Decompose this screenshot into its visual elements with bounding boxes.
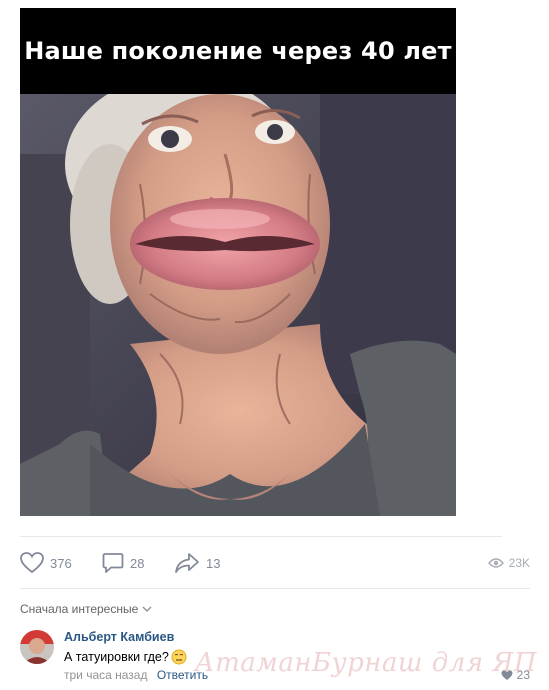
comment-item: Альберт Камбиев А татуировки где? три ча… [20,628,530,688]
share-button[interactable]: 13 [174,548,220,578]
sort-label: Сначала интересные [20,602,139,616]
chevron-down-icon [142,606,152,612]
share-count: 13 [206,555,221,571]
divider [20,536,502,537]
views-counter: 23K [487,548,530,578]
emoji-icon [171,649,187,665]
post-caption: Наше поколение через 40 лет [24,37,452,65]
heart-icon [501,670,513,680]
comment-meta: три часа назад Ответить [64,668,208,682]
comment-sort-dropdown[interactable]: Сначала интересные [20,602,152,616]
comment-text: А татуировки где? [64,650,169,664]
comment-author[interactable]: Альберт Камбиев [64,630,174,644]
comment-time: три часа назад [64,668,148,682]
comment-like-button[interactable]: 23 [501,668,530,682]
reply-button[interactable]: Ответить [157,668,208,682]
heart-icon [20,552,44,574]
action-bar: 376 28 13 23K [20,548,530,578]
share-icon [175,553,199,573]
divider [20,588,530,589]
eye-icon [487,558,504,568]
comment-button[interactable]: 28 [102,548,144,578]
comment-like-count: 23 [516,668,530,682]
like-button[interactable]: 376 [20,548,72,578]
comment-count: 28 [130,555,145,571]
comment-text-row: А татуировки где? [64,649,187,665]
comment-icon [102,553,124,573]
post-image[interactable]: Наше поколение через 40 лет [20,8,456,516]
avatar[interactable] [20,630,54,664]
like-count: 376 [50,555,72,571]
views-count: 23K [508,556,530,570]
caption-bar: Наше поколение через 40 лет [20,8,456,94]
photo [20,94,456,516]
